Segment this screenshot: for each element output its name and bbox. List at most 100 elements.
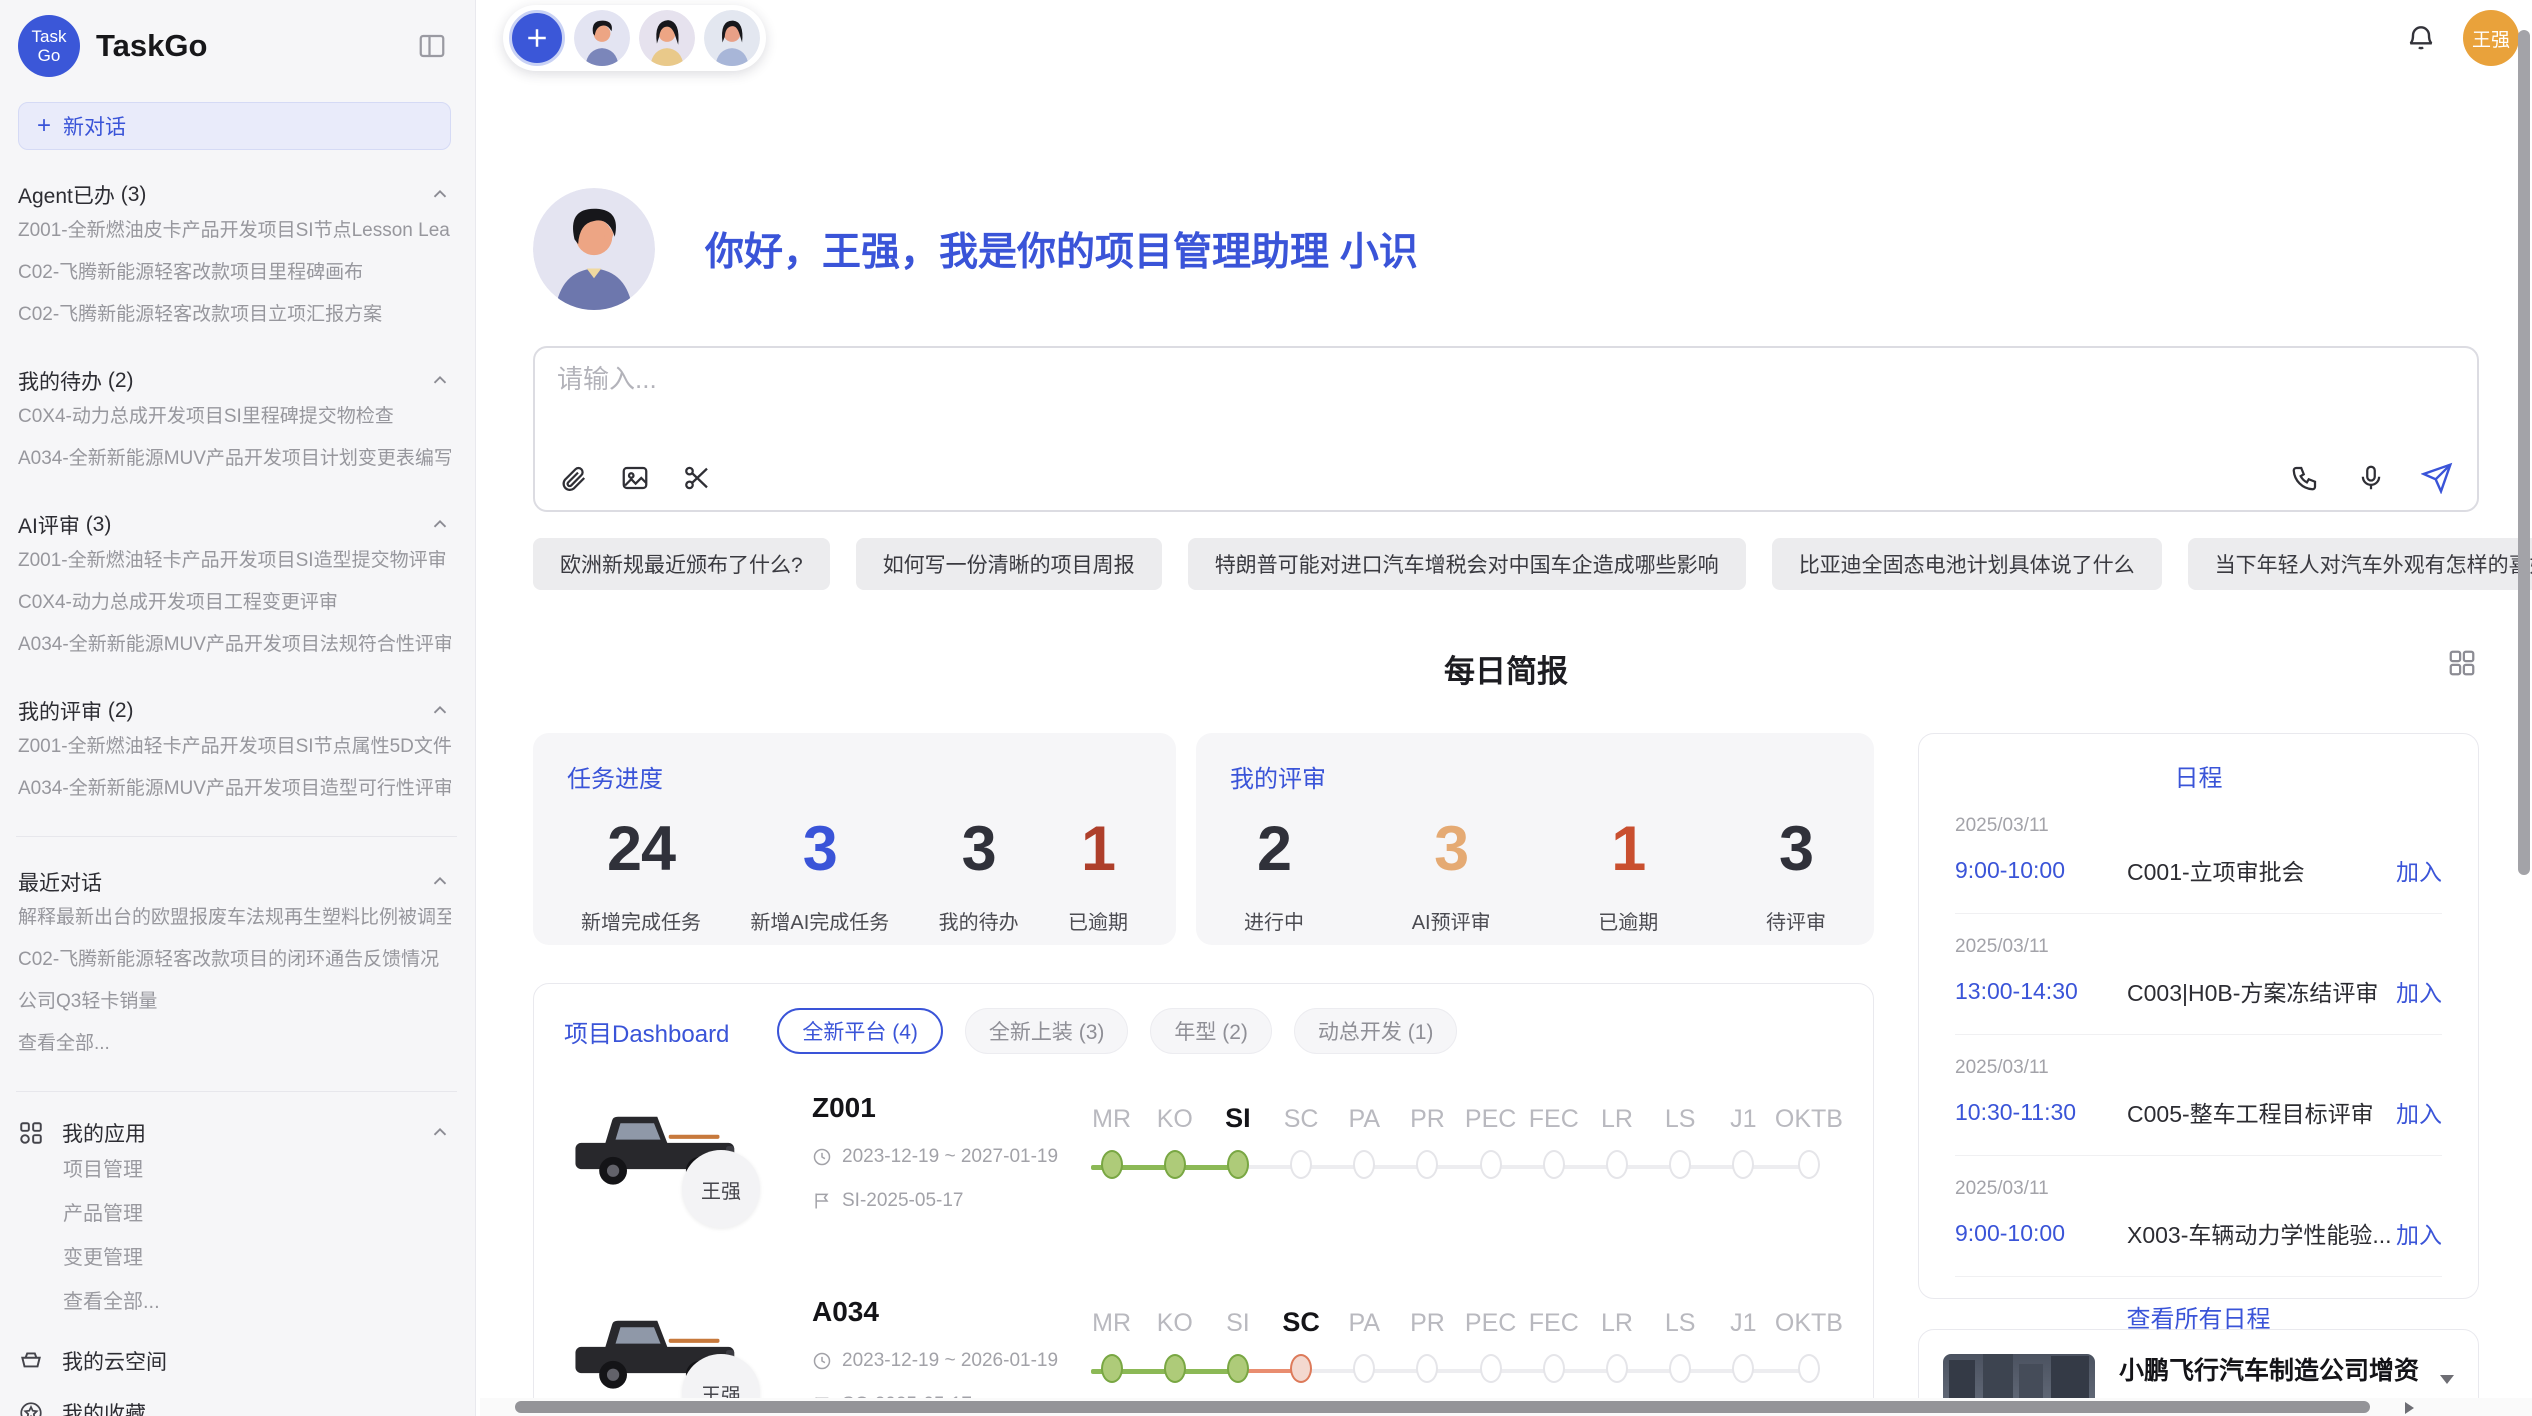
scroll-down-arrow-icon[interactable] [2440,1375,2454,1384]
dashboard-filter-chip[interactable]: 年型 (2) [1150,1008,1272,1054]
suggestion-chip[interactable]: 欧洲新规最近颁布了什么? [533,538,830,590]
sidebar-task-item[interactable]: Z001-全新燃油轻卡产品开发项目SI节点属性5D文件评审 [18,726,451,768]
greeting-block: 你好，王强，我是你的项目管理助理 小识 [533,188,2479,310]
sidebar-task-item[interactable]: C02-飞腾新能源轻客改款项目里程碑画布 [18,252,451,294]
my-apps-group[interactable]: 我的应用 [18,1118,451,1148]
suggestion-chip[interactable]: 特朗普可能对进口汽车增税会对中国车企造成哪些影响 [1188,538,1746,590]
sidebar-collapse-icon[interactable] [413,27,451,65]
sidebar-item-cloud-space[interactable]: 我的云空间 [18,1346,451,1376]
stat-value: 3 [939,812,1019,886]
schedule-time: 13:00-14:30 [1955,978,2127,1005]
milestone: SI [1206,1102,1269,1179]
sidebar-task-item[interactable]: Z001-全新燃油皮卡产品开发项目SI节点Lesson Learn报告 [18,210,451,252]
sidebar-task-item[interactable]: C02-飞腾新能源轻客改款项目立项汇报方案 [18,294,451,336]
chevron-up-icon[interactable] [429,184,451,206]
layout-grid-icon[interactable] [2447,648,2477,678]
clock-icon [812,1351,832,1371]
chat-input[interactable] [557,364,1722,395]
app-sub-item[interactable]: 变更管理 [18,1236,451,1280]
notifications-bell-icon[interactable] [2405,22,2437,54]
section-agent-done[interactable]: Agent已办 (3) [18,180,451,210]
schedule-item: 2025/03/11 9:00-10:00 C001-立项审批会 加入 [1955,793,2442,914]
image-icon[interactable] [617,460,653,496]
stat-value: 24 [581,812,701,886]
sidebar-task-item[interactable]: C0X4-动力总成开发项目SI里程碑提交物检查 [18,396,451,438]
recent-chat-item[interactable]: 查看全部... [18,1023,451,1065]
schedule-title: 日程 [1955,758,2442,793]
dashboard-filter-chip[interactable]: 全新上装 (3) [965,1008,1129,1054]
send-icon[interactable] [2419,460,2455,496]
stat-value: 2 [1244,812,1304,886]
add-agent-button[interactable] [509,10,565,66]
schedule-date: 2025/03/11 [1955,1178,2442,1200]
project-dates: 2023-12-19 ~ 2026-01-19 [812,1350,1080,1372]
sidebar-task-item[interactable]: A034-全新新能源MUV产品开发项目计划变更表编写 [18,438,451,480]
scroll-right-arrow-icon[interactable] [2405,1402,2414,1414]
left-column: 任务进度 24 新增完成任务 3 新增AI完成任务 [533,733,1874,1416]
schedule-name: C003|H0B-方案冻结评审 [2127,974,2396,1008]
phone-icon[interactable] [2287,460,2323,496]
logo-text-bottom: Go [38,46,61,65]
join-meeting-link[interactable]: 加入 [2396,1216,2442,1250]
suggestion-chip[interactable]: 当下年轻人对汽车外观有怎样的喜好趋势 [2188,538,2532,590]
app-sub-item[interactable]: 产品管理 [18,1192,451,1236]
stat-label: AI预评审 [1412,906,1491,935]
app-sub-item[interactable]: 查看全部... [18,1280,451,1324]
new-chat-button[interactable]: + 新对话 [18,102,451,150]
section-ai-review[interactable]: AI评审 (3) [18,510,451,540]
project-row[interactable]: 王强 Z001 2023-12-19 ~ 2027-01-19 SI-2025-… [564,1088,1843,1258]
recent-chat-item[interactable]: 解释最新出台的欧盟报废车法规再生塑料比例被调至15%... [18,897,451,939]
horizontal-scrollbar-thumb[interactable] [515,1401,2370,1413]
dashboard-filter-chip[interactable]: 全新平台 (4) [777,1008,943,1054]
sidebar-item-favorites[interactable]: 我的收藏 [18,1398,451,1416]
milestone-node [1353,1150,1375,1179]
join-meeting-link[interactable]: 加入 [2396,853,2442,887]
agent-avatar[interactable] [639,10,695,66]
attachment-icon[interactable] [555,460,591,496]
news-title: 小鹏飞行汽车制造公司增资 [2119,1354,2454,1388]
sidebar-task-item[interactable]: A034-全新新能源MUV产品开发项目法规符合性评审 [18,624,451,666]
project-code: Z001 [812,1092,1080,1124]
stat-label: 进行中 [1244,906,1304,935]
chevron-up-icon[interactable] [429,514,451,536]
milestone: KO [1143,1306,1206,1383]
vertical-scrollbar-thumb[interactable] [2518,30,2530,875]
chevron-up-icon[interactable] [429,871,451,893]
section-count: (2) [108,369,134,393]
chevron-up-icon[interactable] [429,370,451,392]
recent-chat-item[interactable]: 公司Q3轻卡销量 [18,981,451,1023]
stat-item: 3 AI预评审 [1412,812,1491,935]
user-avatar[interactable]: 王强 [2463,10,2519,66]
schedule-item: 2025/03/11 13:00-14:30 C003|H0B-方案冻结评审 加… [1955,914,2442,1035]
microphone-icon[interactable] [2353,460,2389,496]
join-meeting-link[interactable]: 加入 [2396,974,2442,1008]
app-sub-item[interactable]: 项目管理 [18,1148,451,1192]
suggestion-chip[interactable]: 比亚迪全固态电池计划具体说了什么 [1772,538,2162,590]
agent-avatar[interactable] [574,10,630,66]
milestone: SI [1206,1306,1269,1383]
sidebar-task-item[interactable]: C0X4-动力总成开发项目工程变更评审 [18,582,451,624]
milestone-label: J1 [1730,1306,1756,1338]
join-meeting-link[interactable]: 加入 [2396,1095,2442,1129]
suggestion-chip[interactable]: 如何写一份清晰的项目周报 [856,538,1162,590]
milestone: PEC [1459,1102,1522,1179]
stat-label: 已逾期 [1068,906,1128,935]
chevron-up-icon[interactable] [429,700,451,722]
sidebar-task-item[interactable]: Z001-全新燃油轻卡产品开发项目SI造型提交物评审 [18,540,451,582]
agent-avatar[interactable] [704,10,760,66]
schedule-card: 日程 2025/03/11 9:00-10:00 C001-立项审批会 加入 [1918,733,2479,1299]
dashboard-filter-chip[interactable]: 动总开发 (1) [1294,1008,1458,1054]
sidebar-task-item[interactable]: A034-全新新能源MUV产品开发项目造型可行性评审 [18,768,451,810]
scissors-icon[interactable] [679,460,715,496]
section-my-review[interactable]: 我的评审 (2) [18,696,451,726]
schedule-name: C005-整车工程目标评审 [2127,1095,2396,1129]
topbar-right: 王强 [2405,10,2519,66]
dashboard-title: 项目Dashboard [564,1014,729,1049]
section-recent-chats[interactable]: 最近对话 [18,867,451,897]
section-title: 我的待办 [18,366,102,396]
recent-chat-item[interactable]: C02-飞腾新能源轻客改款项目的闭环通告反馈情况 [18,939,451,981]
chevron-up-icon[interactable] [429,1122,451,1144]
milestone-label: PA [1349,1306,1381,1338]
logo-text-top: Task [32,27,67,46]
section-my-todo[interactable]: 我的待办 (2) [18,366,451,396]
